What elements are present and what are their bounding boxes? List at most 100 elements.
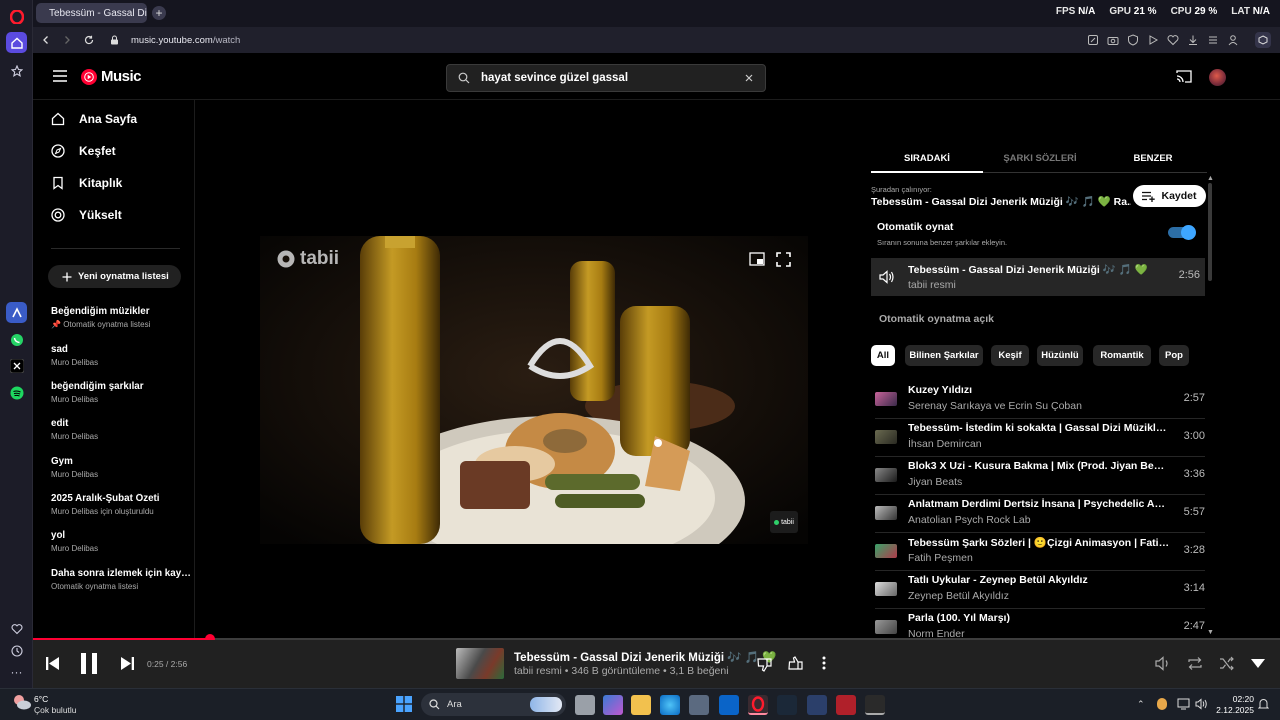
- queue-scrollbar[interactable]: [1208, 183, 1212, 281]
- snapshot-icon[interactable]: [1087, 34, 1099, 46]
- history-clock-icon[interactable]: [6, 640, 27, 661]
- forward-icon[interactable]: [60, 33, 74, 47]
- file-explorer-icon[interactable]: [631, 695, 651, 715]
- playlist-item[interactable]: beğendiğim şarkılar Muro Delibas: [51, 381, 191, 404]
- player-play-icon[interactable]: [1147, 34, 1159, 46]
- dislike-icon[interactable]: [757, 657, 772, 672]
- queue-item[interactable]: Kuzey Yıldızı Serenay Sarıkaya ve Ecrin S…: [875, 381, 1205, 419]
- player-thumbnail[interactable]: [456, 648, 504, 679]
- playlist-item[interactable]: 2025 Aralık-Şubat Özeti Muro Delibas için…: [51, 493, 191, 516]
- previous-track-icon[interactable]: [46, 657, 60, 670]
- task-view-icon[interactable]: [575, 695, 595, 715]
- youtube-music-logo[interactable]: Music: [81, 68, 142, 85]
- x-twitter-icon[interactable]: [6, 355, 27, 376]
- extension-cube-icon[interactable]: [1255, 32, 1271, 48]
- scroll-down-icon[interactable]: ▼: [1207, 629, 1214, 636]
- chip-all[interactable]: All: [871, 345, 895, 366]
- hamburger-menu-icon[interactable]: [53, 70, 67, 82]
- autoplay-toggle[interactable]: [1168, 225, 1196, 240]
- like-icon[interactable]: [788, 656, 803, 671]
- heart-icon[interactable]: [1167, 34, 1179, 46]
- camera-icon[interactable]: [1107, 34, 1119, 46]
- chip-romantic[interactable]: Romantik: [1093, 345, 1151, 366]
- more-dots-icon[interactable]: ···: [6, 661, 27, 682]
- microphone-icon[interactable]: [1157, 698, 1167, 710]
- bookmarks-star-icon[interactable]: [6, 60, 27, 81]
- nav-upgrade[interactable]: Yükselt: [51, 205, 122, 225]
- playing-from-title[interactable]: Tebessüm - Gassal Dizi Jenerik Müziği 🎶 …: [871, 195, 1131, 208]
- chip-pop[interactable]: Pop: [1159, 345, 1189, 366]
- mini-player-icon[interactable]: [749, 252, 765, 266]
- network-icon[interactable]: [1177, 698, 1190, 710]
- home-speed-dial-icon[interactable]: [6, 32, 27, 53]
- game-launcher-icon[interactable]: [807, 695, 827, 715]
- scroll-up-icon[interactable]: ▲: [1207, 175, 1214, 182]
- player-title[interactable]: Tebessüm - Gassal Dizi Jenerik Müziği 🎶 …: [514, 650, 777, 664]
- mail-icon[interactable]: [719, 695, 739, 715]
- playlist-item[interactable]: Daha sonra izlemek için kayd... Otomatik …: [51, 568, 191, 591]
- playlist-item[interactable]: Beğendiğim müzikler 📌 Otomatik oynatma li…: [51, 306, 191, 329]
- widgets-app-icon[interactable]: [603, 695, 623, 715]
- more-options-icon[interactable]: [822, 656, 826, 670]
- epic-games-icon[interactable]: [865, 695, 885, 715]
- clear-search-icon[interactable]: [744, 73, 754, 83]
- taskbar-search[interactable]: Ara: [421, 693, 566, 716]
- pause-button[interactable]: [80, 653, 98, 674]
- new-tab-button[interactable]: +: [152, 6, 166, 20]
- playlist-item[interactable]: edit Muro Delibas: [51, 418, 191, 441]
- reload-icon[interactable]: [82, 33, 96, 47]
- steam-icon[interactable]: [777, 695, 797, 715]
- next-track-icon[interactable]: [120, 657, 134, 670]
- shield-adblock-icon[interactable]: [1127, 34, 1139, 46]
- queue-item[interactable]: Tatlı Uykular - Zeynep Betül Akyıldız Zey…: [875, 571, 1205, 609]
- profile-icon[interactable]: [1227, 34, 1239, 46]
- opera-taskbar-icon[interactable]: [748, 695, 768, 715]
- store-icon[interactable]: [689, 695, 709, 715]
- chip-sad[interactable]: Hüzünlü: [1037, 345, 1083, 366]
- queue-item[interactable]: Blok3 X Uzi - Kusura Bakma | Mix (Prod. …: [875, 457, 1205, 495]
- save-button[interactable]: Kaydet: [1133, 185, 1206, 207]
- current-queue-item[interactable]: Tebessüm - Gassal Dizi Jenerik Müziği 🎶 …: [871, 258, 1205, 296]
- menu-lines-icon[interactable]: [1207, 34, 1219, 46]
- avatar[interactable]: [1209, 69, 1226, 86]
- playlist-item[interactable]: yol Muro Delibas: [51, 530, 191, 553]
- tab-youtube-music[interactable]: Tebessüm - Gassal Di: [36, 3, 147, 23]
- nav-home[interactable]: Ana Sayfa: [51, 109, 137, 129]
- chip-known-songs[interactable]: Bilinen Şarkılar: [905, 345, 983, 366]
- tab-up-next[interactable]: SIRADAKİ: [871, 153, 983, 164]
- volume-icon[interactable]: [1155, 656, 1171, 671]
- queue-item[interactable]: Tebessüm Şarkı Sözleri | 🙂Çizgi Animasyo…: [875, 533, 1205, 571]
- queue-item[interactable]: Tebessüm- İstedim ki sokakta | Gassal Di…: [875, 419, 1205, 457]
- whatsapp-icon[interactable]: [6, 329, 27, 350]
- weather-icon[interactable]: [12, 693, 31, 711]
- aria-ai-icon[interactable]: [6, 302, 27, 323]
- spotify-icon[interactable]: [6, 382, 27, 403]
- back-icon[interactable]: [39, 33, 53, 47]
- favorites-heart-icon[interactable]: [6, 618, 27, 639]
- new-playlist-button[interactable]: Yeni oynatma listesi: [48, 265, 181, 288]
- fullscreen-icon[interactable]: [776, 252, 791, 267]
- secure-lock-icon[interactable]: [107, 33, 121, 47]
- opera-logo-icon[interactable]: [6, 6, 27, 27]
- nav-library[interactable]: Kitaplık: [51, 173, 122, 193]
- app-red-icon[interactable]: [836, 695, 856, 715]
- chip-discover[interactable]: Keşif: [991, 345, 1029, 366]
- edge-icon[interactable]: [660, 695, 680, 715]
- notification-bell-icon[interactable]: [1258, 698, 1269, 710]
- search-input[interactable]: hayat sevince güzel gassal: [446, 64, 766, 92]
- queue-item[interactable]: Anlatmam Derdimi Dertsiz İnsana | Psyche…: [875, 495, 1205, 533]
- tray-overflow-icon[interactable]: ⌃: [1137, 699, 1145, 710]
- shuffle-icon[interactable]: [1219, 656, 1235, 671]
- repeat-icon[interactable]: [1187, 656, 1203, 671]
- expand-player-icon[interactable]: [1251, 659, 1265, 668]
- playlist-item[interactable]: Gym Muro Delibas: [51, 456, 191, 479]
- nav-explore[interactable]: Keşfet: [51, 141, 116, 161]
- video-player[interactable]: tabii tabii: [260, 236, 808, 544]
- playlist-item[interactable]: sad Muro Delibas: [51, 344, 191, 367]
- windows-start-icon[interactable]: [396, 696, 412, 712]
- url-field[interactable]: music.youtube.com/watch: [131, 31, 1131, 49]
- download-icon[interactable]: [1187, 34, 1199, 46]
- tab-related[interactable]: BENZER: [1097, 153, 1209, 164]
- tab-lyrics[interactable]: ŞARKI SÖZLERİ: [984, 153, 1096, 164]
- cast-icon[interactable]: [1176, 70, 1192, 83]
